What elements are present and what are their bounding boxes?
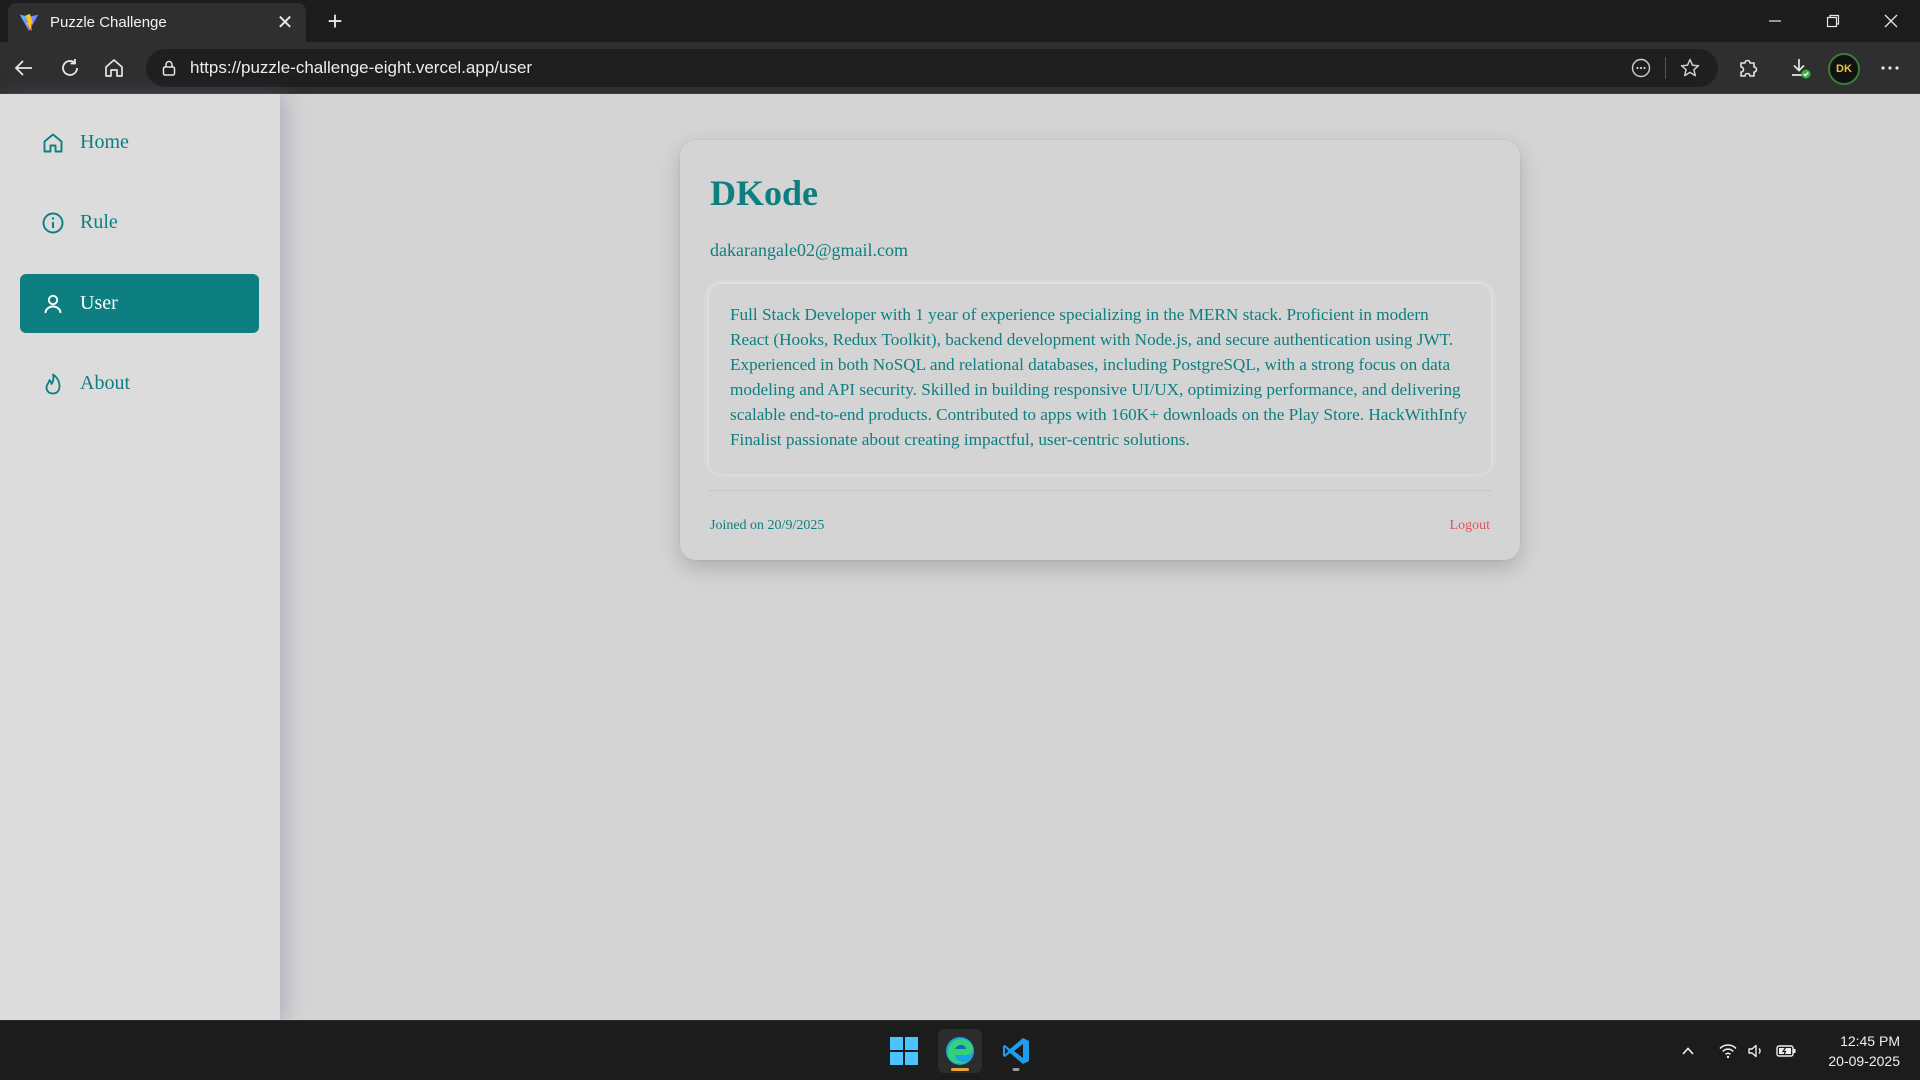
taskbar: 12:45 PM 20-09-2025: [0, 1020, 1920, 1080]
reload-icon: [62, 59, 78, 76]
vite-logo-icon: [19, 13, 39, 31]
sidebar-item-label: Home: [80, 131, 129, 153]
wifi-status[interactable]: [1716, 1039, 1740, 1063]
browser-titlebar: Puzzle Challenge ✕ +: [0, 0, 1920, 42]
joined-date: Joined on 20/9/2025: [710, 518, 825, 533]
info-icon: [40, 210, 66, 236]
card-divider: [709, 490, 1491, 491]
logout-button[interactable]: Logout: [1450, 518, 1490, 534]
wifi-icon: [1719, 1044, 1737, 1059]
sidebar-item-user[interactable]: User: [20, 274, 259, 333]
tab-title: Puzzle Challenge: [50, 14, 167, 31]
minimize-button[interactable]: [1746, 0, 1804, 42]
address-bar[interactable]: https://puzzle-challenge-eight.vercel.ap…: [146, 49, 1718, 87]
downloads-button[interactable]: [1782, 50, 1818, 86]
battery-charging-icon: [1776, 1045, 1796, 1057]
sidebar-item-home[interactable]: Home: [20, 113, 259, 172]
profile-avatar[interactable]: DK: [1828, 53, 1860, 85]
sidebar: Home Rule User About: [0, 94, 280, 1020]
edge-browser-icon: [946, 1037, 974, 1065]
lock-icon[interactable]: [158, 57, 180, 79]
clock-time: 12:45 PM: [1840, 1033, 1900, 1049]
download-icon: [1792, 59, 1811, 79]
more-horizontal-icon: [1881, 66, 1899, 70]
chevron-up-icon: [1682, 1047, 1694, 1055]
address-divider: [1665, 57, 1666, 79]
volume-status[interactable]: [1744, 1039, 1768, 1063]
user-icon: [40, 291, 66, 317]
tray-overflow-button[interactable]: [1676, 1039, 1700, 1063]
taskbar-vscode-app[interactable]: [994, 1029, 1038, 1073]
favorite-star-icon[interactable]: [1672, 50, 1708, 86]
browser-tab[interactable]: Puzzle Challenge ✕: [8, 3, 306, 42]
sidebar-item-rule[interactable]: Rule: [20, 193, 259, 252]
profile-card: DKode dakarangale02@gmail.com Full Stack…: [680, 140, 1520, 560]
profile-email: dakarangale02@gmail.com: [710, 240, 908, 260]
reload-button[interactable]: [52, 50, 88, 86]
sidebar-item-about[interactable]: About: [20, 354, 259, 413]
restore-icon: [1826, 14, 1840, 28]
page-viewport: Home Rule User About DKode dakarangale02…: [0, 94, 1920, 1020]
taskbar-edge-app[interactable]: [938, 1029, 982, 1073]
puzzle-piece-icon: [1740, 59, 1758, 77]
page-options-icon[interactable]: [1623, 50, 1659, 86]
new-tab-button[interactable]: +: [318, 4, 352, 38]
sidebar-item-label: About: [80, 372, 130, 394]
clock-date: 20-09-2025: [1828, 1053, 1900, 1069]
arrow-left-icon: [14, 60, 32, 76]
speaker-icon: [1748, 1044, 1761, 1058]
home-button[interactable]: [96, 50, 132, 86]
battery-status[interactable]: [1774, 1039, 1798, 1063]
close-window-button[interactable]: [1862, 0, 1920, 42]
start-button[interactable]: [882, 1029, 926, 1073]
sidebar-item-label: User: [80, 292, 118, 314]
system-clock[interactable]: 12:45 PM 20-09-2025: [1828, 1031, 1900, 1071]
browser-toolbar: https://puzzle-challenge-eight.vercel.ap…: [0, 42, 1920, 94]
home-icon: [40, 130, 66, 156]
extensions-button[interactable]: [1730, 50, 1766, 86]
restore-button[interactable]: [1804, 0, 1862, 42]
close-icon: [1884, 14, 1898, 28]
profile-bio-text: Full Stack Developer with 1 year of expe…: [730, 305, 1467, 449]
url-text[interactable]: https://puzzle-challenge-eight.vercel.ap…: [190, 58, 1623, 78]
profile-name: DKode: [710, 173, 818, 213]
profile-bio-box: Full Stack Developer with 1 year of expe…: [709, 284, 1491, 474]
back-button[interactable]: [6, 50, 42, 86]
running-app-indicator: [1012, 1068, 1020, 1071]
tab-close-icon[interactable]: ✕: [274, 10, 296, 35]
active-app-indicator: [951, 1068, 969, 1071]
minimize-icon: [1769, 20, 1781, 22]
vscode-icon: [1003, 1038, 1029, 1064]
sidebar-item-label: Rule: [80, 211, 118, 233]
settings-more-button[interactable]: [1872, 50, 1908, 86]
flame-icon: [40, 371, 66, 397]
home-icon: [105, 59, 123, 77]
windows-logo-icon: [890, 1037, 918, 1065]
